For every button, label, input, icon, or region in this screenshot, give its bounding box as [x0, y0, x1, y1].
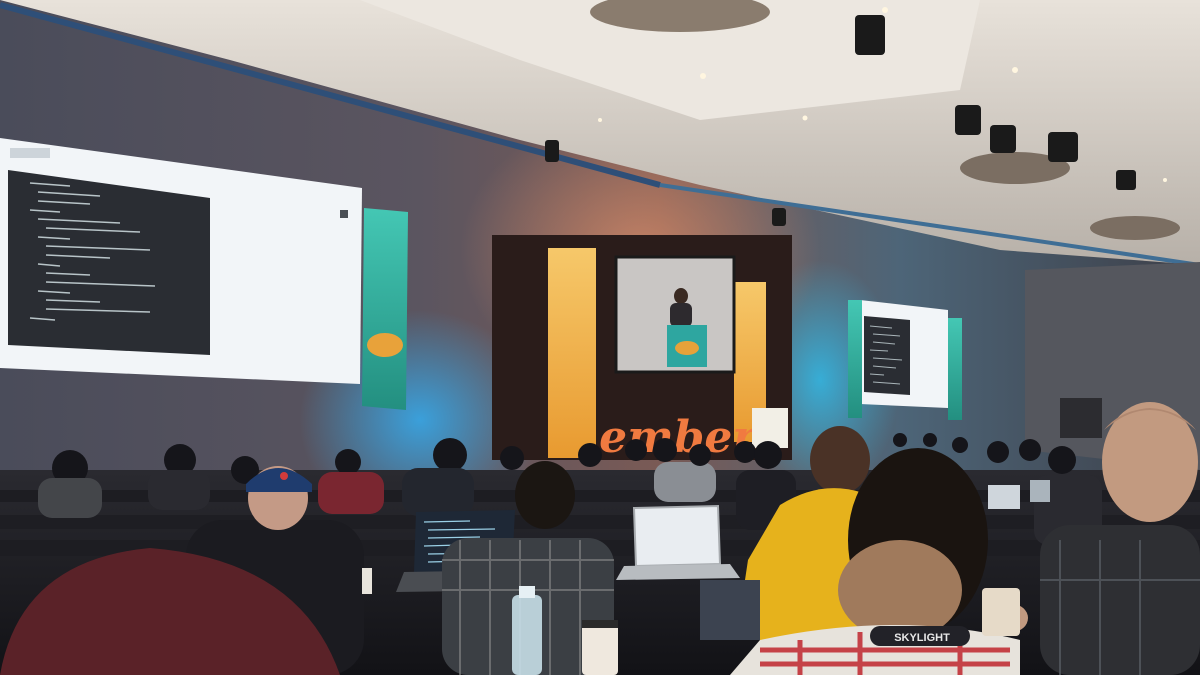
left-side-banner [362, 208, 408, 410]
water-bottle-cap [519, 586, 535, 598]
laptop-sticker-text: SKYLIGHT [894, 632, 950, 644]
right-projection-screen [860, 300, 948, 408]
cup-left [362, 568, 372, 594]
ceiling-chandelier-3 [1090, 216, 1180, 240]
scene-canvas: ember. SKYLIGHT [0, 0, 1200, 675]
code-editor-panel [8, 170, 210, 355]
right-side-banner-left [848, 300, 862, 418]
side-doorway [1060, 398, 1102, 438]
coffee-cup-center [582, 622, 618, 675]
left-banner-emblem [367, 333, 403, 357]
laptop-right-2 [1030, 480, 1050, 502]
water-bottle [512, 595, 542, 675]
center-left-banner [548, 248, 596, 458]
laptop-right-1 [988, 485, 1020, 509]
conference-hall-scene: ember. SKYLIGHT [0, 0, 1200, 675]
right-side-banner-right [948, 318, 962, 420]
coffee-cup-lid [582, 620, 618, 628]
coffee-cup-right [982, 588, 1020, 636]
